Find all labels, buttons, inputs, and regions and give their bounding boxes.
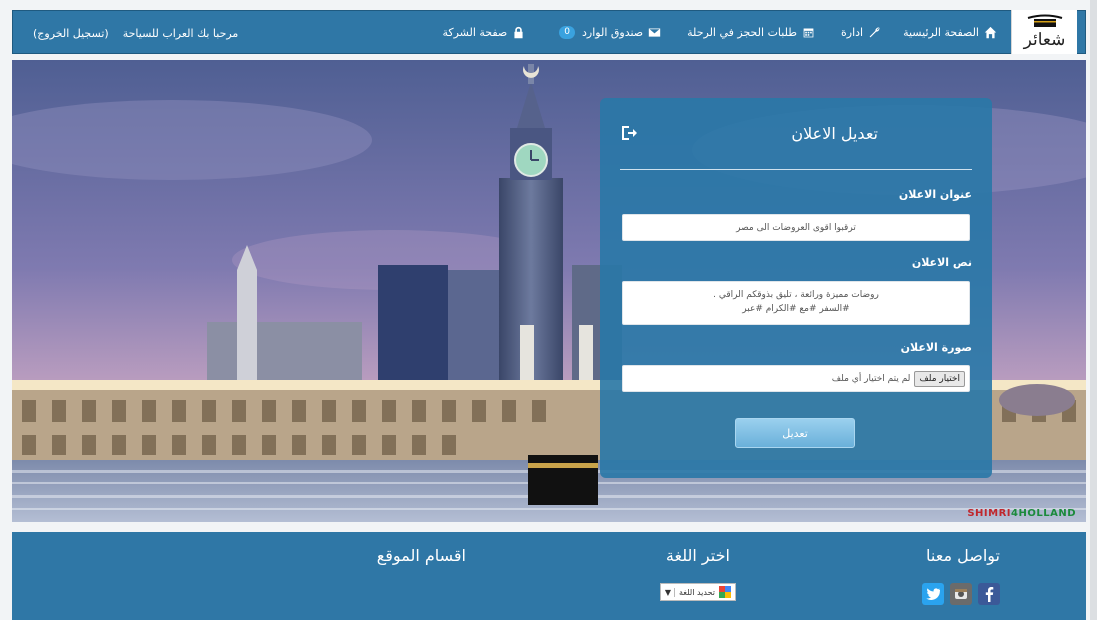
nav-admin-label: ادارة <box>841 25 864 39</box>
file-status-text: لم يتم اختيار أي ملف <box>831 373 911 384</box>
ad-body-line-2: #السفر #مع #الكرام #عبر <box>742 304 850 314</box>
google-translate-icon <box>719 586 731 598</box>
chevron-down-icon: ▼ <box>665 587 675 597</box>
nav-admin[interactable]: ادارة <box>841 26 881 39</box>
exit-icon[interactable] <box>620 124 638 142</box>
footer-sections: اقسام الموقع <box>377 546 466 565</box>
top-navbar: شعائر الصفحة الرئيسية ادارة طلبات الحجز … <box>12 10 1086 54</box>
language-title: اختر اللغة <box>665 546 730 565</box>
nav-inbox-label: صندوق الوارد <box>582 25 644 39</box>
facebook-icon[interactable] <box>978 583 1000 605</box>
nav-home[interactable]: الصفحة الرئيسية <box>903 26 997 39</box>
language-select-label: تحديد اللغة <box>678 587 715 597</box>
nav-home-label: الصفحة الرئيسية <box>903 25 979 39</box>
photo-watermark: SHIMRI4HOLLAND <box>967 508 1076 519</box>
twitter-icon[interactable] <box>922 583 944 605</box>
choose-file-button[interactable]: اختيار ملف <box>914 370 965 387</box>
page-scrollbar[interactable] <box>1090 0 1097 620</box>
logo-text: شعائر <box>1023 30 1066 50</box>
contact-title: تواصل معنا <box>926 546 1000 565</box>
site-footer: تواصل معنا اختر اللغة تحديد اللغة ▼ اقسا… <box>12 532 1086 620</box>
lock-icon <box>514 26 523 38</box>
nav-bookings[interactable]: طلبات الحجز في الرحلة <box>687 26 815 39</box>
home-icon <box>984 26 997 38</box>
instagram-icon[interactable] <box>950 583 972 605</box>
ad-body-label: نص الاعلان <box>911 256 972 269</box>
user-area: مرحبا بك العراب للسياحة (تسجيل الخروج) <box>33 11 238 55</box>
inbox-count-badge: 0 <box>559 25 576 39</box>
footer-contact: تواصل معنا <box>922 546 1000 605</box>
ad-title-input[interactable]: ترقبوا اقوى العروضات الى مصر <box>622 214 970 241</box>
nav-company-page[interactable]: صفحة الشركة <box>442 26 525 39</box>
submit-edit-button[interactable]: تعديل <box>735 418 855 448</box>
ad-image-file-input[interactable]: اختيار ملف لم يتم اختيار أي ملف <box>622 365 970 392</box>
nav-inbox[interactable]: صندوق الوارد 0 <box>559 25 661 39</box>
logout-link[interactable]: (تسجيل الخروج) <box>33 27 109 40</box>
language-select[interactable]: تحديد اللغة ▼ <box>659 583 736 601</box>
calendar-icon <box>803 27 814 37</box>
ad-title-label: عنوان الاعلان <box>898 188 972 201</box>
page-root: شعائر الصفحة الرئيسية ادارة طلبات الحجز … <box>0 0 1097 620</box>
ad-body-line-1: روضات مميزة ورائعة ، تليق بذوقكم الراقي … <box>713 290 879 300</box>
ad-body-textarea[interactable]: روضات مميزة ورائعة ، تليق بذوقكم الراقي … <box>622 281 970 325</box>
footer-language: اختر اللغة تحديد اللغة ▼ <box>659 546 736 601</box>
nav-bookings-label: طلبات الحجز في الرحلة <box>687 25 797 39</box>
envelope-icon <box>648 27 661 37</box>
nav-company-page-label: صفحة الشركة <box>442 25 508 39</box>
panel-header: تعديل الاعلان <box>620 118 972 170</box>
social-links <box>922 583 1000 605</box>
panel-title: تعديل الاعلان <box>791 124 878 143</box>
site-logo[interactable]: شعائر <box>1011 10 1077 54</box>
sections-title: اقسام الموقع <box>376 546 466 565</box>
hero-banner: SHIMRI4HOLLAND تعديل الاعلان عنوان الاعل… <box>12 60 1086 522</box>
ad-image-label: صورة الاعلان <box>900 341 972 354</box>
kaaba-logo-icon <box>1027 14 1063 27</box>
wrench-icon <box>869 27 880 37</box>
edit-ad-panel: تعديل الاعلان عنوان الاعلان ترقبوا اقوى … <box>600 98 992 478</box>
welcome-text: مرحبا بك العراب للسياحة <box>122 26 239 40</box>
